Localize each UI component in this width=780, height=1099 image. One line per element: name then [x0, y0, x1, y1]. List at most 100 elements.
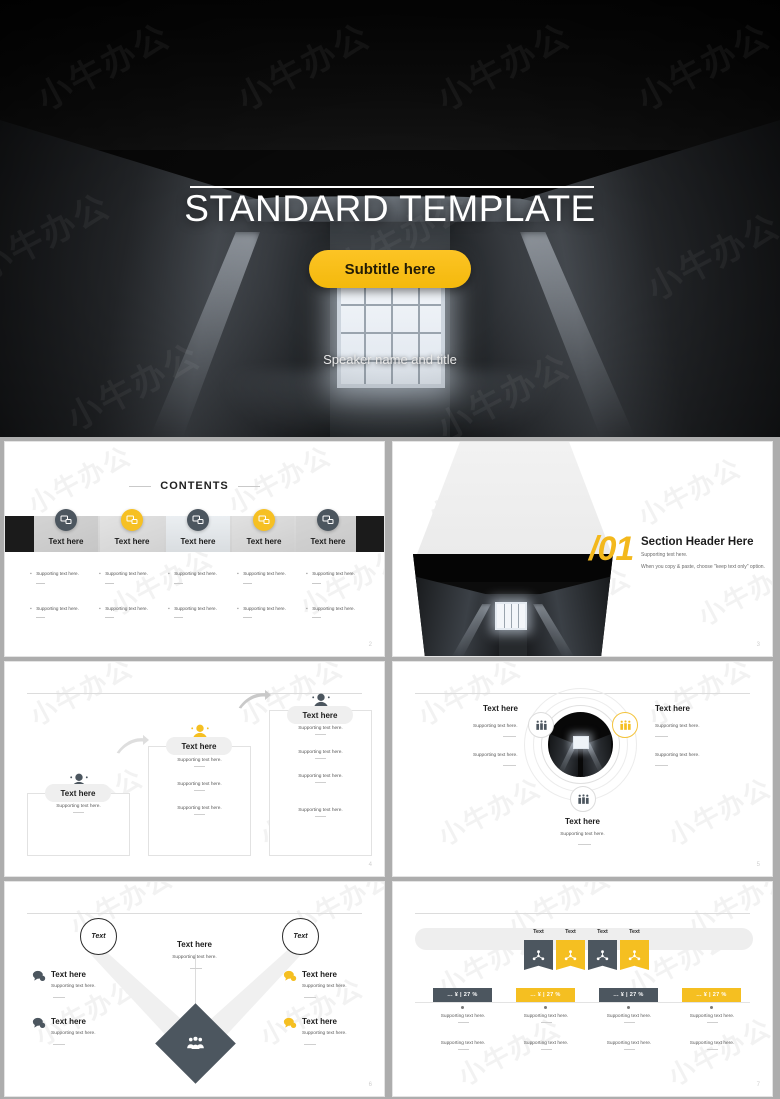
supporting-text: Supporting text here. — [56, 804, 101, 809]
banner-supporting: Supporting text here. — [511, 1014, 581, 1023]
supporting-entry: ▪ Supporting text here. — [306, 597, 378, 618]
contents-item[interactable]: Text here — [34, 509, 98, 546]
left-circle-label[interactable]: Text — [80, 918, 117, 955]
supporting-text: Supporting text here. — [523, 1014, 569, 1019]
step-box — [27, 793, 130, 856]
supporting-text: Supporting text here. — [473, 724, 518, 729]
device-chat-icon — [187, 509, 209, 531]
watermark-text: 小牛办公 — [433, 772, 547, 852]
supporting-entry: ▪ Supporting text here. — [306, 562, 378, 584]
device-chat-icon — [55, 509, 77, 531]
subtitle-badge[interactable]: Subtitle here — [309, 250, 471, 288]
section-instruction-text: When you copy & paste, choose "keep text… — [641, 564, 765, 570]
supporting-text: Supporting text here. — [440, 1014, 486, 1019]
network-nodes-icon[interactable] — [620, 940, 649, 970]
axis-dot — [710, 1006, 713, 1009]
watermark-text: 小牛办公 — [663, 772, 772, 852]
watermark-text: 小牛办公 — [693, 552, 772, 632]
divider-dash — [655, 765, 668, 766]
contents-item[interactable]: Text here — [296, 509, 360, 546]
slide-steps[interactable]: 小牛办公 小牛办公 小牛办公 小牛办公 Text here Supporting… — [4, 661, 385, 877]
supporting-text: Supporting text here. — [172, 955, 217, 960]
slide-page-number: 5 — [756, 862, 760, 868]
step-label: Text here — [45, 784, 111, 802]
banner-supporting: Supporting text here. — [677, 1014, 747, 1023]
contents-supporting-column: ▪ Supporting text here. ▪ Supporting tex… — [30, 562, 102, 631]
people-group-icon[interactable] — [570, 786, 596, 812]
supporting-text: Supporting text here. — [606, 1041, 652, 1046]
slide-v-diagram[interactable]: 小牛办公 小牛办公 小牛办公 小牛办公 Text Text Text here … — [4, 881, 385, 1097]
step-supporting: Supporting text here. — [148, 782, 251, 791]
center-heading: Text here — [177, 940, 212, 949]
heading-dash-left — [129, 485, 152, 487]
supporting-text: Supporting text here. — [655, 724, 700, 729]
supporting-text: Supporting text here. — [312, 571, 355, 576]
slide-top-rule — [415, 913, 750, 914]
slide-section-header[interactable]: 小牛办公 小牛办公 小牛办公 小牛办公 /01 Section Header H… — [392, 441, 773, 657]
network-nodes-icon[interactable] — [524, 940, 553, 970]
flag-label: Text — [629, 929, 640, 935]
title-slide[interactable]: 小牛办公 小牛办公 小牛办公 小牛办公 小牛办公 小牛办公 小牛办公 小牛办公 … — [0, 0, 780, 437]
step-supporting: Supporting text here. — [148, 758, 251, 767]
people-group-icon[interactable] — [612, 712, 638, 738]
network-nodes-icon[interactable] — [556, 940, 585, 970]
slide-thumbnail-grid: 小牛办公 小牛办公 小牛办公 小牛办公 CONTENTS Text here T… — [0, 441, 780, 1099]
divider-dash — [304, 1044, 316, 1045]
supporting-entry: ▪ Supporting text here. — [99, 597, 171, 618]
right-item-heading: Text here — [302, 970, 337, 979]
contents-item-label: Text here — [180, 537, 216, 546]
speech-bubble-icon — [32, 1016, 46, 1030]
supporting-text: Supporting text here. — [560, 832, 605, 837]
section-supporting-text: Supporting text here. — [641, 552, 688, 558]
supporting-text: Supporting text here. — [177, 758, 222, 763]
speech-bubble-icon — [283, 969, 297, 983]
section-photo — [413, 554, 613, 656]
supporting-text: Supporting text here. — [655, 753, 700, 758]
supporting-text: Supporting text here. — [105, 571, 148, 576]
contents-item[interactable]: Text here — [232, 509, 296, 546]
left-item-heading: Text here — [51, 970, 86, 979]
supporting-text: Supporting text here. — [689, 1041, 735, 1046]
supporting-text: Supporting text here. — [243, 571, 286, 576]
speaker-name-label: Speaker name and title — [323, 352, 457, 367]
step-supporting: Supporting text here. — [269, 726, 372, 735]
supporting-text: Supporting text here. — [302, 1031, 347, 1036]
banner-supporting: Supporting text here. — [677, 1041, 747, 1050]
contents-item-label: Text here — [48, 537, 84, 546]
banner-supporting: Supporting text here. — [594, 1014, 664, 1023]
slide-page-number: 2 — [368, 642, 372, 648]
supporting-entry: ▪ Supporting text here. — [30, 597, 102, 618]
supporting-entry: ▪ Supporting text here. — [168, 597, 240, 618]
supporting-text: Supporting text here. — [51, 1031, 96, 1036]
banner-supporting: Supporting text here. — [428, 1041, 498, 1050]
contents-item-label: Text here — [114, 537, 150, 546]
supporting-text: Supporting text here. — [298, 808, 343, 813]
axis-line — [415, 1002, 750, 1003]
supporting-text: Supporting text here. — [302, 984, 347, 989]
supporting-text: Supporting text here. — [174, 605, 217, 611]
slide-contents[interactable]: 小牛办公 小牛办公 小牛办公 小牛办公 CONTENTS Text here T… — [4, 441, 385, 657]
supporting-text: Supporting text here. — [312, 605, 355, 611]
contents-supporting-column: ▪ Supporting text here. ▪ Supporting tex… — [99, 562, 171, 631]
right-circle-label[interactable]: Text — [282, 918, 319, 955]
network-nodes-icon[interactable] — [588, 940, 617, 970]
supporting-text: Supporting text here. — [174, 571, 217, 576]
device-chat-icon — [253, 509, 275, 531]
people-group-icon[interactable] — [528, 712, 554, 738]
supporting-entry: ▪ Supporting text here. — [168, 562, 240, 584]
slide-banner-metrics[interactable]: 小牛办公 小牛办公 小牛办公 小牛办公 小牛办公 小牛办公 Text Text … — [392, 881, 773, 1097]
banner-supporting: Supporting text here. — [511, 1041, 581, 1050]
watermark-text: 小牛办公 — [25, 662, 139, 732]
supporting-entry: ▪ Supporting text here. — [30, 562, 102, 584]
contents-item[interactable]: Text here — [166, 509, 230, 546]
supporting-text: Supporting text here. — [298, 750, 343, 755]
contents-item[interactable]: Text here — [100, 509, 164, 546]
supporting-text: Supporting text here. — [473, 753, 518, 758]
supporting-text: Supporting text here. — [36, 571, 79, 576]
slide-circle-diagram[interactable]: 小牛办公 小牛办公 小牛办公 小牛办公 Text here Supporting… — [392, 661, 773, 877]
right-item-heading: Text here — [302, 1017, 337, 1026]
flag-label: Text — [565, 929, 576, 935]
divider-dash — [655, 736, 668, 737]
device-chat-icon — [121, 509, 143, 531]
banner-supporting: Supporting text here. — [594, 1041, 664, 1050]
